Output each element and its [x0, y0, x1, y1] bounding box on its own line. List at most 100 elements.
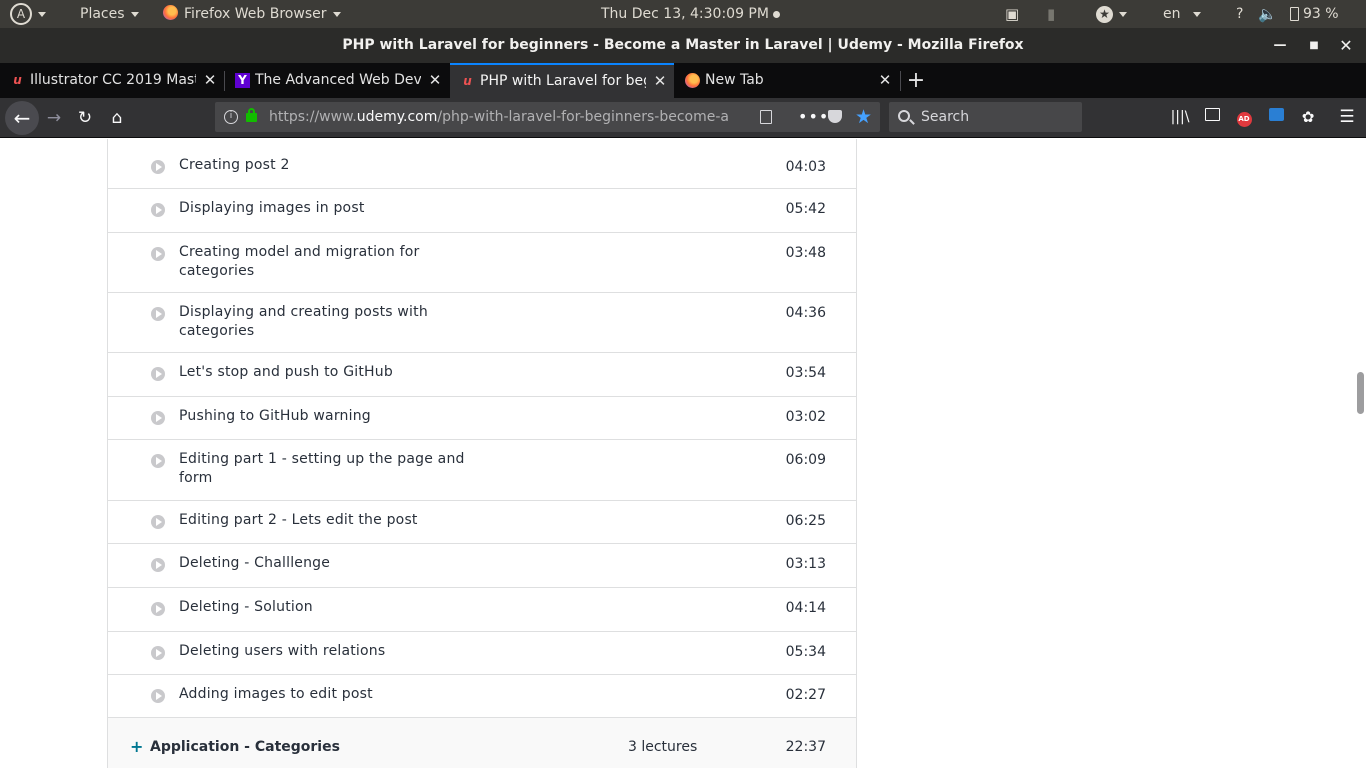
- tab-new-tab[interactable]: New Tab ✕: [675, 63, 899, 98]
- yahoo-icon: Y: [235, 73, 250, 88]
- section-lecture-count: 3 lectures: [628, 739, 698, 755]
- tab-illustrator[interactable]: u Illustrator CC 2019 Maste ✕: [0, 63, 224, 98]
- close-tab-icon[interactable]: ✕: [652, 65, 668, 98]
- lecture-duration: 06:09: [785, 452, 826, 468]
- close-tab-icon[interactable]: ✕: [877, 63, 893, 98]
- minimize-icon[interactable]: —: [1269, 28, 1291, 63]
- github-extension-icon[interactable]: ✿: [1298, 107, 1318, 127]
- lecture-row[interactable]: Editing part 2 - Lets edit the post 06:2…: [108, 501, 856, 544]
- app-menu-label: Firefox Web Browser: [184, 6, 327, 22]
- lecture-row[interactable]: Deleting users with relations 05:34: [108, 632, 856, 675]
- lecture-title: Creating post 2: [179, 157, 290, 173]
- lecture-duration: 04:14: [785, 600, 826, 616]
- lecture-title: Deleting - Solution: [179, 599, 313, 615]
- lecture-title: Editing part 2 - Lets edit the post: [179, 512, 418, 528]
- chevron-down-icon: [38, 11, 46, 17]
- extension-icon[interactable]: [1266, 107, 1286, 127]
- page-content: Creating post 2 04:03 Displaying images …: [0, 139, 1366, 768]
- section-total-duration: 22:37: [785, 739, 826, 755]
- page-actions-icon[interactable]: •••: [798, 102, 829, 132]
- lecture-row[interactable]: Pushing to GitHub warning 03:02: [108, 397, 856, 440]
- indicator-icon[interactable]: ▣: [1005, 0, 1019, 28]
- udemy-icon: u: [13, 73, 22, 87]
- play-circle-icon: [151, 203, 165, 217]
- places-label: Places: [80, 6, 125, 22]
- maximize-icon[interactable]: ■: [1303, 28, 1325, 63]
- lecture-row[interactable]: Deleting - Solution 04:14: [108, 588, 856, 632]
- chevron-down-icon: [130, 11, 139, 17]
- volume-muted-icon[interactable]: 🔈: [1258, 0, 1277, 28]
- play-circle-icon: [151, 646, 165, 660]
- url-bar[interactable]: i https://www.udemy.com/php-with-laravel…: [215, 102, 880, 132]
- lecture-row[interactable]: Adding images to edit post 02:27: [108, 675, 856, 719]
- lock-shackle-icon: [248, 108, 255, 115]
- play-circle-icon: [151, 411, 165, 425]
- play-circle-icon: [151, 160, 165, 174]
- home-icon[interactable]: ⌂: [103, 104, 131, 132]
- pocket-icon[interactable]: [828, 110, 842, 123]
- accessibility-menu[interactable]: ★: [1096, 0, 1127, 28]
- play-circle-icon: [151, 307, 165, 321]
- lecture-row[interactable]: Let's stop and push to GitHub 03:54: [108, 353, 856, 397]
- reader-view-icon[interactable]: [760, 110, 772, 124]
- reload-icon[interactable]: ↻: [71, 104, 99, 132]
- play-circle-icon: [151, 454, 165, 468]
- lecture-duration: 05:42: [785, 201, 826, 217]
- lecture-duration: 04:03: [785, 159, 826, 175]
- expand-plus-icon[interactable]: +: [130, 737, 143, 756]
- play-circle-icon: [151, 247, 165, 261]
- url-domain: udemy.com: [356, 109, 438, 125]
- lecture-title: Displaying images in post: [179, 200, 365, 216]
- hamburger-menu-icon[interactable]: ☰: [1337, 107, 1357, 127]
- forward-arrow-icon[interactable]: →: [40, 104, 68, 132]
- app-menu[interactable]: Firefox Web Browser: [163, 0, 341, 28]
- clock-label: Thu Dec 13, 4:30:09 PM: [601, 6, 769, 22]
- clipboard-icon[interactable]: ▮: [1047, 0, 1055, 28]
- accessibility-icon: ★: [1096, 5, 1113, 23]
- lecture-row[interactable]: Creating model and migration for categor…: [108, 233, 856, 293]
- page-scrollbar-thumb[interactable]: [1357, 372, 1364, 414]
- clock[interactable]: Thu Dec 13, 4:30:09 PM: [601, 0, 780, 28]
- url-prefix: https://www.: [269, 109, 357, 125]
- lecture-row[interactable]: Displaying and creating posts with categ…: [108, 293, 856, 353]
- new-tab-plus-icon[interactable]: +: [902, 67, 930, 95]
- close-tab-icon[interactable]: ✕: [427, 63, 443, 98]
- library-icon[interactable]: |||\: [1170, 107, 1190, 127]
- navigation-toolbar: ← → ↻ ⌂ i https://www.udemy.com/php-with…: [0, 98, 1366, 138]
- help-icon[interactable]: ?: [1236, 0, 1243, 28]
- tab-label: Illustrator CC 2019 Maste: [30, 72, 196, 88]
- close-window-icon[interactable]: ✕: [1335, 28, 1357, 63]
- close-tab-icon[interactable]: ✕: [202, 63, 218, 98]
- tab-advanced-web-dev[interactable]: Y The Advanced Web Deve ✕: [225, 63, 449, 98]
- tab-php-laravel[interactable]: u PHP with Laravel for beg ✕: [450, 63, 674, 98]
- lecture-title: Deleting users with relations: [179, 643, 386, 659]
- lecture-title: Creating model and migration for categor…: [179, 244, 420, 279]
- adblock-icon[interactable]: AD: [1234, 107, 1254, 127]
- play-circle-icon: [151, 367, 165, 381]
- battery-indicator[interactable]: 93 %: [1290, 0, 1339, 28]
- chevron-down-icon: [1119, 11, 1127, 17]
- bookmark-star-icon[interactable]: ★: [855, 102, 872, 132]
- sidebar-icon[interactable]: [1202, 107, 1222, 127]
- url-text[interactable]: https://www.udemy.com/php-with-laravel-f…: [269, 102, 729, 132]
- lecture-row[interactable]: Displaying images in post 05:42: [108, 189, 856, 233]
- language-menu[interactable]: en: [1163, 0, 1201, 28]
- lecture-duration: 04:36: [785, 305, 826, 321]
- udemy-icon: u: [463, 74, 472, 88]
- lecture-row[interactable]: Editing part 1 - setting up the page and…: [108, 440, 856, 501]
- activities-menu[interactable]: A: [10, 0, 46, 28]
- places-menu[interactable]: Places: [80, 0, 139, 28]
- lecture-row[interactable]: Deleting - Challlenge 03:13: [108, 544, 856, 588]
- search-box[interactable]: Search: [889, 102, 1082, 132]
- lecture-duration: 03:02: [785, 409, 826, 425]
- back-arrow-icon[interactable]: ←: [5, 101, 39, 135]
- info-icon[interactable]: i: [224, 110, 238, 124]
- lecture-duration: 03:48: [785, 245, 826, 261]
- lecture-duration: 03:13: [785, 556, 826, 572]
- lecture-row[interactable]: Creating post 2 04:03: [108, 139, 856, 189]
- curriculum-lecture-list: Creating post 2 04:03 Displaying images …: [107, 139, 857, 719]
- lecture-title: Let's stop and push to GitHub: [179, 364, 393, 380]
- play-circle-icon: [151, 558, 165, 572]
- window-title: PHP with Laravel for beginners - Become …: [342, 37, 1024, 53]
- section-header-application-categories[interactable]: + Application - Categories 3 lectures 22…: [107, 717, 857, 768]
